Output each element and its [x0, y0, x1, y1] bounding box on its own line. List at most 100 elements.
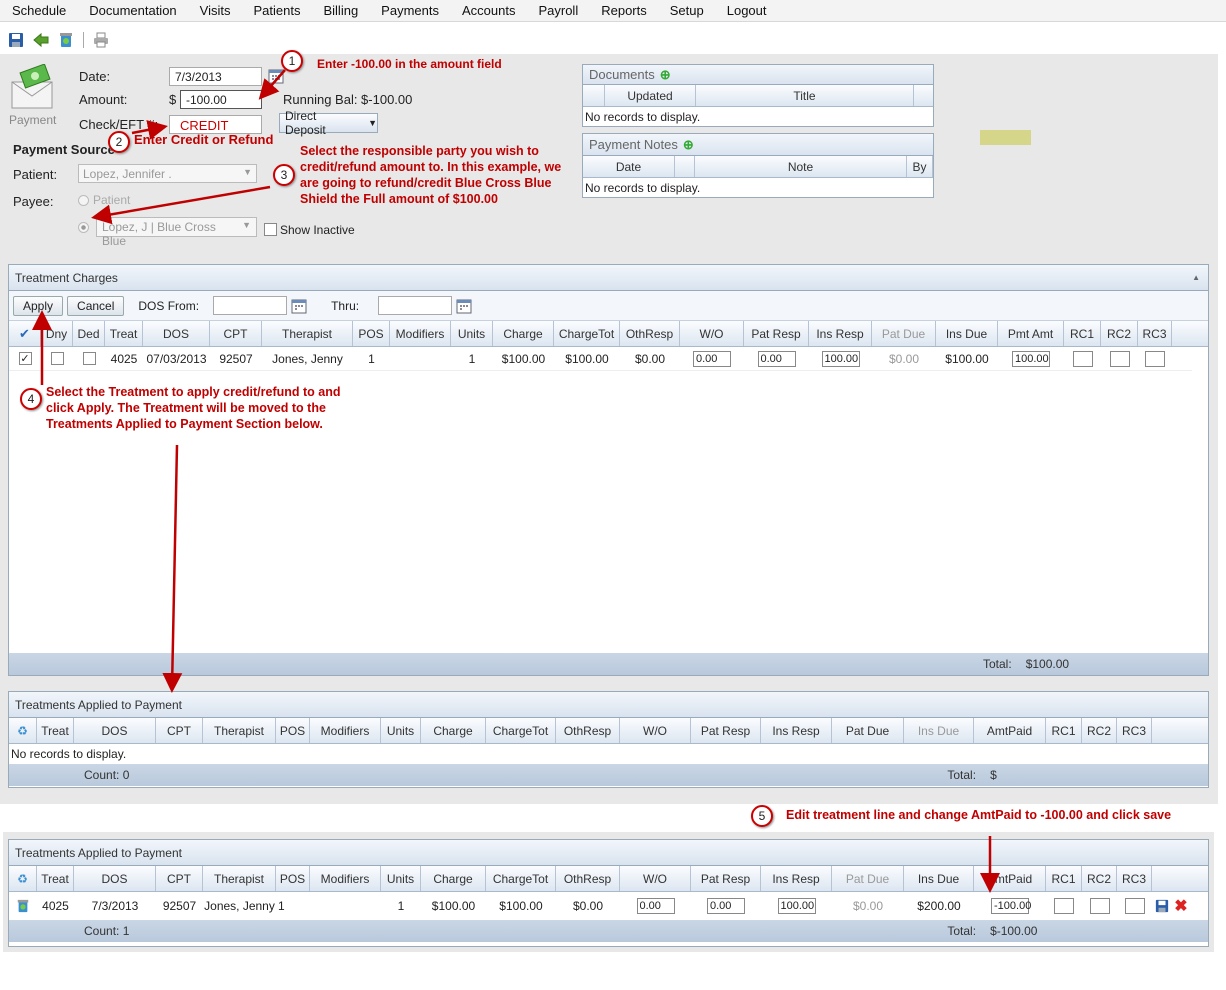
- charges-col-dny[interactable]: Dny: [41, 321, 73, 346]
- applied2-col-select[interactable]: ♻: [9, 866, 37, 891]
- applied2-col-rc3[interactable]: RC3: [1117, 866, 1152, 891]
- print-icon[interactable]: [93, 32, 109, 48]
- applied1-col-pat-resp[interactable]: Pat Resp: [691, 718, 761, 743]
- notes-col-date[interactable]: Date: [583, 156, 675, 177]
- applied2-col-pos[interactable]: POS: [276, 866, 310, 891]
- menu-item-patients[interactable]: Patients: [254, 3, 301, 18]
- menu-item-payments[interactable]: Payments: [381, 3, 439, 18]
- payment-method-select[interactable]: Direct Deposit ▼: [279, 109, 378, 137]
- menu-item-payroll[interactable]: Payroll: [538, 3, 578, 18]
- rc3-input[interactable]: [1124, 898, 1145, 914]
- applied2-col-w-o[interactable]: W/O: [620, 866, 691, 891]
- applied2-col-chargetot[interactable]: ChargeTot: [486, 866, 556, 891]
- calendar-icon[interactable]: [268, 68, 284, 84]
- save-row-icon[interactable]: [1152, 899, 1172, 913]
- show-inactive-checkbox[interactable]: [264, 223, 277, 236]
- charges-col-rc2[interactable]: RC2: [1101, 321, 1138, 346]
- applied1-col-rc3[interactable]: RC3: [1117, 718, 1152, 743]
- applied2-col-pat-resp[interactable]: Pat Resp: [691, 866, 761, 891]
- applied2-col-charge[interactable]: Charge: [421, 866, 486, 891]
- payee-insurer-radio[interactable]: [78, 222, 89, 233]
- charges-col-modifiers[interactable]: Modifiers: [390, 321, 451, 346]
- applied1-col-amtpaid[interactable]: AmtPaid: [974, 718, 1046, 743]
- payee-insurer-select[interactable]: Lopez, J | Blue Cross Blue ▼: [96, 217, 257, 248]
- charges-table-row[interactable]: ✓ 4025 07/03/2013 92507 Jones, Jenny 1 1…: [9, 347, 1192, 371]
- applied2-col-modifiers[interactable]: Modifiers: [310, 866, 381, 891]
- charges-col-chargetot[interactable]: ChargeTot: [554, 321, 620, 346]
- applied1-col-pat-due[interactable]: Pat Due: [832, 718, 904, 743]
- menu-item-accounts[interactable]: Accounts: [462, 3, 515, 18]
- charges-col-ins-resp[interactable]: Ins Resp: [809, 321, 872, 346]
- delete-row-icon[interactable]: ✖: [1172, 896, 1190, 916]
- charges-col-rc1[interactable]: RC1: [1064, 321, 1101, 346]
- notes-col-by[interactable]: By: [907, 156, 933, 177]
- applied1-col-ins-resp[interactable]: Ins Resp: [761, 718, 832, 743]
- menu-item-logout[interactable]: Logout: [727, 3, 767, 18]
- charges-col-pat-resp[interactable]: Pat Resp: [744, 321, 809, 346]
- calendar-icon[interactable]: [291, 298, 307, 314]
- select-all-icon[interactable]: ✔: [19, 326, 30, 342]
- applied1-col-units[interactable]: Units: [381, 718, 421, 743]
- thru-input[interactable]: [378, 296, 453, 315]
- calendar-icon[interactable]: [456, 298, 472, 314]
- amount-input[interactable]: -100.00: [180, 90, 262, 109]
- notes-col-note[interactable]: Note: [695, 156, 907, 177]
- charges-col-treat[interactable]: Treat: [105, 321, 143, 346]
- applied-table-row[interactable]: 4025 7/3/2013 92507 Jones, Jenny 1 1 $10…: [9, 892, 1208, 920]
- applied1-col-w-o[interactable]: W/O: [620, 718, 691, 743]
- applied1-col-othresp[interactable]: OthResp: [556, 718, 620, 743]
- applied2-col-amtpaid[interactable]: AmtPaid: [974, 866, 1046, 891]
- row-select-checkbox[interactable]: ✓: [18, 352, 32, 365]
- dos-from-input[interactable]: [213, 296, 288, 315]
- applied1-col-ins-due[interactable]: Ins Due: [904, 718, 974, 743]
- insresp-input[interactable]: 100.00: [821, 350, 860, 367]
- charges-col-pmt-amt[interactable]: Pmt Amt: [998, 321, 1064, 346]
- recycle-icon[interactable]: [9, 899, 37, 913]
- applied2-col-othresp[interactable]: OthResp: [556, 866, 620, 891]
- applied2-col-units[interactable]: Units: [381, 866, 421, 891]
- patresp-input[interactable]: 0.00: [757, 350, 796, 367]
- menu-item-documentation[interactable]: Documentation: [89, 3, 176, 18]
- applied2-col-treat[interactable]: Treat: [37, 866, 74, 891]
- wo-input[interactable]: 0.00: [636, 898, 675, 914]
- date-input[interactable]: 7/3/2013: [169, 67, 262, 86]
- menu-item-billing[interactable]: Billing: [323, 3, 358, 18]
- applied1-col-rc1[interactable]: RC1: [1046, 718, 1082, 743]
- charges-col-ded[interactable]: Ded: [73, 321, 105, 346]
- applied2-col-pat-due[interactable]: Pat Due: [832, 866, 904, 891]
- menu-item-setup[interactable]: Setup: [670, 3, 704, 18]
- applied1-col-modifiers[interactable]: Modifiers: [310, 718, 381, 743]
- applied2-col-ins-due[interactable]: Ins Due: [904, 866, 974, 891]
- charges-col-ins-due[interactable]: Ins Due: [936, 321, 998, 346]
- apply-button[interactable]: Apply: [13, 295, 64, 316]
- rc1-input[interactable]: [1054, 898, 1074, 914]
- charges-col-pat-due[interactable]: Pat Due: [872, 321, 936, 346]
- applied2-col-ins-resp[interactable]: Ins Resp: [761, 866, 832, 891]
- charges-col-units[interactable]: Units: [451, 321, 493, 346]
- applied1-col-dos[interactable]: DOS: [74, 718, 156, 743]
- charges-col-dos[interactable]: DOS: [143, 321, 210, 346]
- save-icon[interactable]: [8, 32, 24, 48]
- cancel-button[interactable]: Cancel: [67, 295, 125, 316]
- applied2-col-dos[interactable]: DOS: [74, 866, 156, 891]
- menu-item-visits[interactable]: Visits: [200, 3, 231, 18]
- wo-input[interactable]: 0.00: [693, 350, 731, 367]
- documents-col-title[interactable]: Title: [696, 85, 914, 106]
- charges-col-w-o[interactable]: W/O: [680, 321, 744, 346]
- charges-col-cpt[interactable]: CPT: [210, 321, 262, 346]
- add-document-icon[interactable]: ⊕: [660, 67, 671, 83]
- applied1-col-cpt[interactable]: CPT: [156, 718, 203, 743]
- refresh-icon[interactable]: [58, 32, 74, 48]
- applied2-col-therapist[interactable]: Therapist: [203, 866, 276, 891]
- charges-col-charge[interactable]: Charge: [493, 321, 554, 346]
- charges-col-therapist[interactable]: Therapist: [262, 321, 353, 346]
- rc2-input[interactable]: [1089, 898, 1110, 914]
- applied1-col-charge[interactable]: Charge: [421, 718, 486, 743]
- applied1-col-rc2[interactable]: RC2: [1082, 718, 1117, 743]
- applied1-col-treat[interactable]: Treat: [37, 718, 74, 743]
- collapse-icon[interactable]: ▲: [1192, 273, 1200, 282]
- applied2-col-cpt[interactable]: CPT: [156, 866, 203, 891]
- payee-patient-option[interactable]: Patient: [78, 193, 130, 207]
- insresp-input[interactable]: 100.00: [777, 898, 816, 914]
- applied1-col-chargetot[interactable]: ChargeTot: [486, 718, 556, 743]
